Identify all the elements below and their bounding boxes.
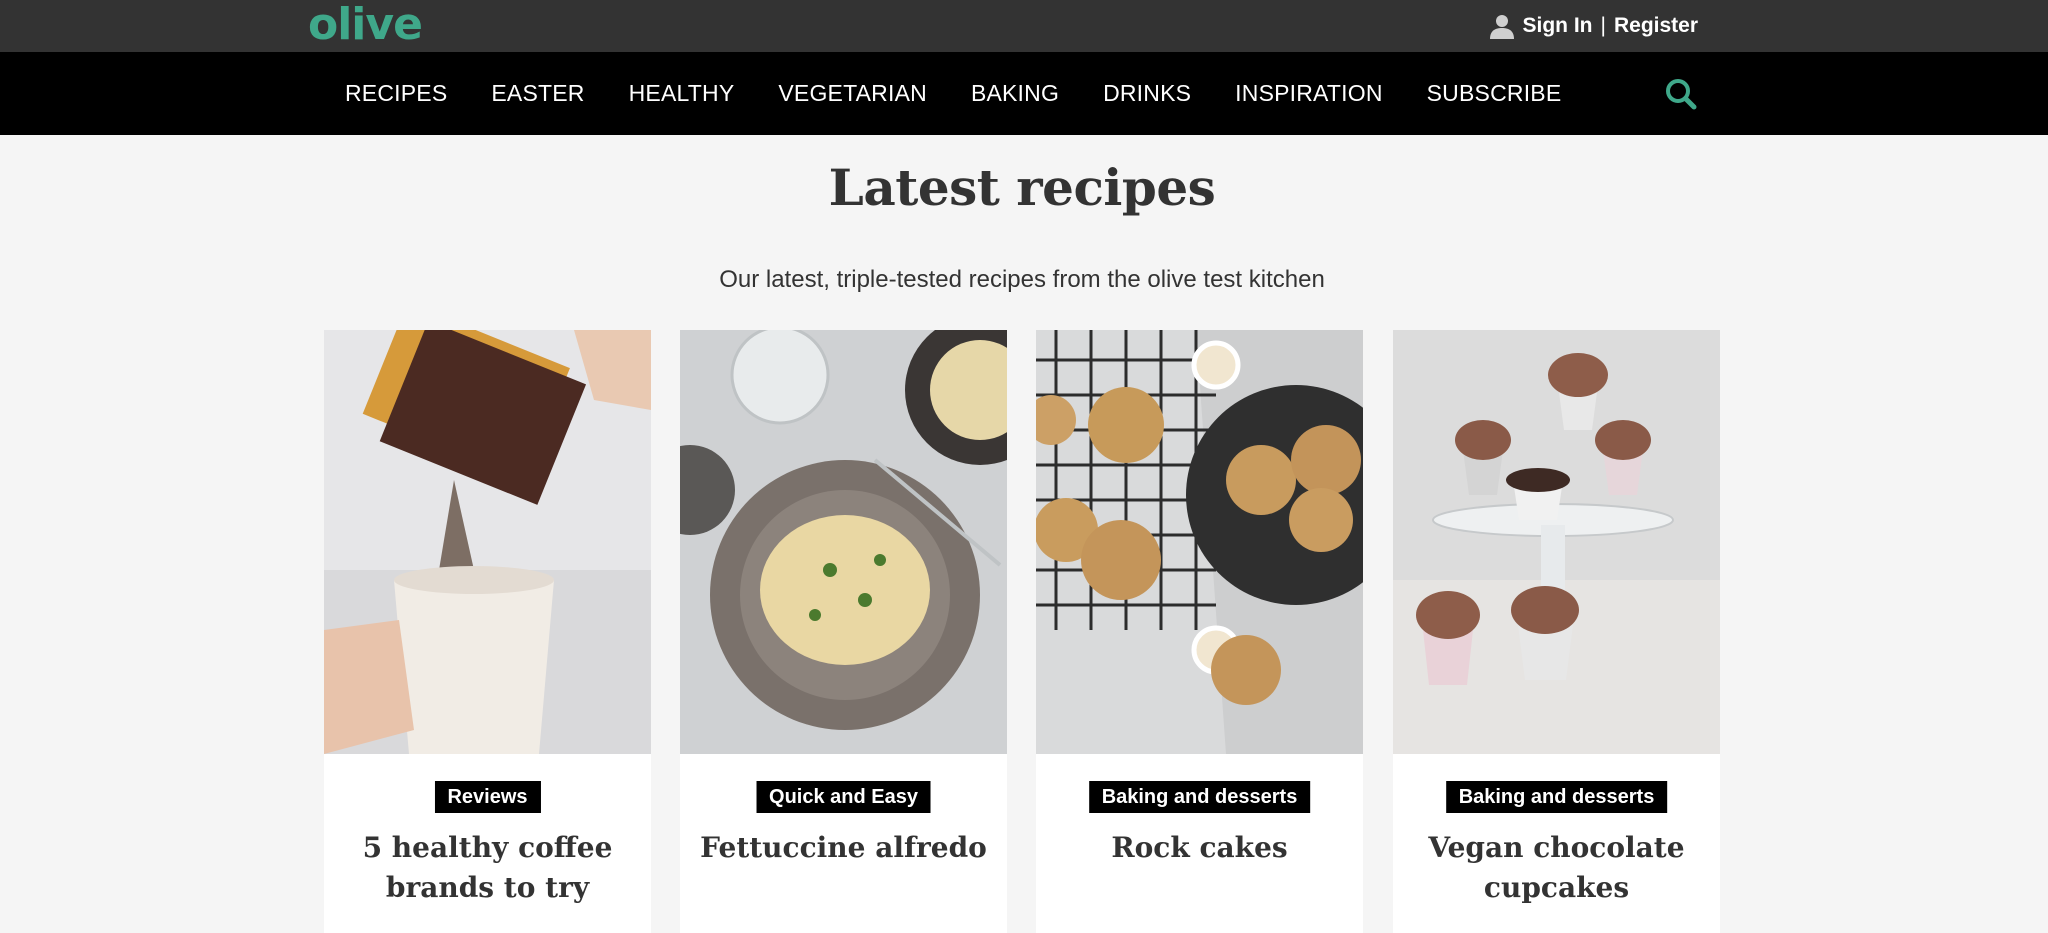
nav-list: RECIPES EASTER HEALTHY VEGETARIAN BAKING…	[345, 52, 1605, 135]
recipe-card[interactable]: Baking and desserts Vegan chocolate cupc…	[1393, 330, 1720, 933]
nav-item-vegetarian[interactable]: VEGETARIAN	[778, 80, 927, 107]
card-title[interactable]: Fettuccine alfredo	[698, 828, 989, 868]
register-link[interactable]: Register	[1614, 14, 1698, 38]
nav-item-healthy[interactable]: HEALTHY	[629, 80, 735, 107]
nav-item-recipes[interactable]: RECIPES	[345, 80, 447, 107]
nav-item-baking[interactable]: BAKING	[971, 80, 1059, 107]
recipe-card[interactable]: Reviews 5 healthy coffee brands to try	[324, 330, 651, 933]
card-title[interactable]: 5 healthy coffee brands to try	[342, 828, 633, 908]
nav-item-easter[interactable]: EASTER	[491, 80, 584, 107]
nav-item-inspiration[interactable]: INSPIRATION	[1235, 80, 1382, 107]
card-title[interactable]: Vegan chocolate cupcakes	[1411, 828, 1702, 908]
vegan-cupcakes-image[interactable]	[1393, 330, 1720, 754]
card-tag[interactable]: Baking and desserts	[1088, 781, 1311, 813]
card-tag[interactable]: Baking and desserts	[1445, 781, 1668, 813]
nav-item-subscribe[interactable]: SUBSCRIBE	[1427, 80, 1562, 107]
top-bar: olive Sign In | Register	[0, 0, 2048, 52]
card-tag[interactable]: Reviews	[434, 781, 541, 813]
rock-cakes-image[interactable]	[1036, 330, 1363, 754]
page-title: Latest recipes	[828, 158, 1216, 217]
fettuccine-image[interactable]	[680, 330, 1007, 754]
nav-item-drinks[interactable]: DRINKS	[1103, 80, 1191, 107]
site-logo[interactable]: olive	[308, 0, 423, 50]
card-title[interactable]: Rock cakes	[1054, 828, 1345, 868]
auth-separator: |	[1600, 14, 1606, 37]
main-nav: RECIPES EASTER HEALTHY VEGETARIAN BAKING…	[0, 52, 2048, 135]
search-icon[interactable]	[1664, 77, 1698, 111]
page-subtitle: Our latest, triple-tested recipes from t…	[719, 266, 1325, 293]
coffee-brands-image[interactable]	[324, 330, 651, 754]
recipe-card[interactable]: Baking and desserts Rock cakes	[1036, 330, 1363, 933]
account-links: Sign In | Register	[1489, 11, 1698, 41]
card-tag[interactable]: Quick and Easy	[756, 781, 931, 813]
recipe-card[interactable]: Quick and Easy Fettuccine alfredo	[680, 330, 1007, 933]
sign-in-link[interactable]: Sign In	[1523, 14, 1593, 38]
user-icon	[1489, 15, 1514, 39]
